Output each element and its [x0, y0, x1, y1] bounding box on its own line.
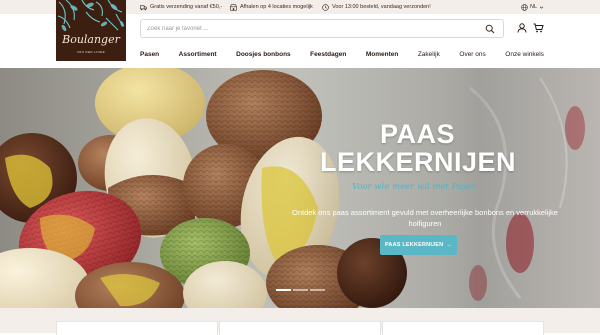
hero-subtitle: Voor wie meer wil met Pasen [352, 182, 477, 192]
language-label: NL [529, 4, 537, 10]
brand-logo[interactable]: Boulanger VAN DER LINDE [56, 0, 126, 61]
hero-title: PAAS LEKKERNIJEN [300, 120, 550, 176]
language-selector[interactable]: NL [521, 2, 544, 12]
account-icon[interactable] [517, 23, 527, 33]
hero-description: Ontdek ons paas assortiment gevuld met o… [292, 208, 558, 228]
usp-pickup-text: Afhalen op 4 locaties mogelijk [240, 4, 313, 10]
paas-lekkernijen-button[interactable]: PAAS LEKKERNIJEN → [380, 235, 457, 255]
store-icon [230, 3, 237, 11]
hero-title-line1: PAAS [380, 119, 456, 149]
globe-icon [521, 3, 528, 11]
nav-item-pasen[interactable]: Pasen [140, 51, 159, 58]
nav-item-assortiment[interactable]: Assortiment [179, 51, 217, 58]
usp-pickup: Afhalen op 4 locaties mogelijk [230, 2, 313, 12]
clock-icon [322, 3, 329, 11]
chevron-down-icon [539, 6, 544, 9]
slider-dot-2[interactable] [293, 289, 308, 291]
nav-item-feestdagen[interactable]: Feestdagen [310, 51, 346, 58]
cart-icon[interactable] [533, 23, 544, 33]
arrow-right-icon: → [446, 242, 453, 248]
hero-image [0, 68, 600, 308]
nav-item-onze-winkels[interactable]: Onze winkels [505, 51, 544, 58]
nav-item-momenten[interactable]: Momenten [366, 51, 399, 58]
nav-item-doosjes-bonbons[interactable]: Doosjes bonbons [236, 51, 291, 58]
hero-title-line2: LEKKERNIJEN [320, 147, 517, 177]
usp-delivery: Voor 13:00 besteld, vandaag verzonden! [322, 2, 431, 12]
slider-pagination [276, 289, 325, 291]
search-bar [140, 19, 504, 38]
main-navigation: Pasen Assortiment Doosjes bonbons Feestd… [140, 48, 544, 60]
search-icon[interactable] [485, 24, 495, 34]
truck-icon [140, 4, 147, 10]
nav-item-over-ons[interactable]: Over ons [459, 51, 485, 58]
usp-shipping: Gratis verzending vanaf €50,- [140, 2, 222, 12]
slider-dot-1[interactable] [276, 289, 291, 291]
brand-tagline: VAN DER LINDE [77, 50, 105, 54]
usp-delivery-text: Voor 13:00 besteld, vandaag verzonden! [332, 4, 431, 10]
nav-item-zakelijk[interactable]: Zakelijk [418, 51, 440, 58]
cta-label: PAAS LEKKERNIJEN [384, 242, 444, 248]
brand-name: Boulanger [62, 33, 120, 46]
slider-dot-3[interactable] [310, 289, 325, 291]
hero-banner: PAAS LEKKERNIJEN Voor wie meer wil met P… [0, 68, 600, 308]
search-input[interactable] [147, 23, 467, 35]
usp-shipping-text: Gratis verzending vanaf €50,- [150, 4, 223, 10]
